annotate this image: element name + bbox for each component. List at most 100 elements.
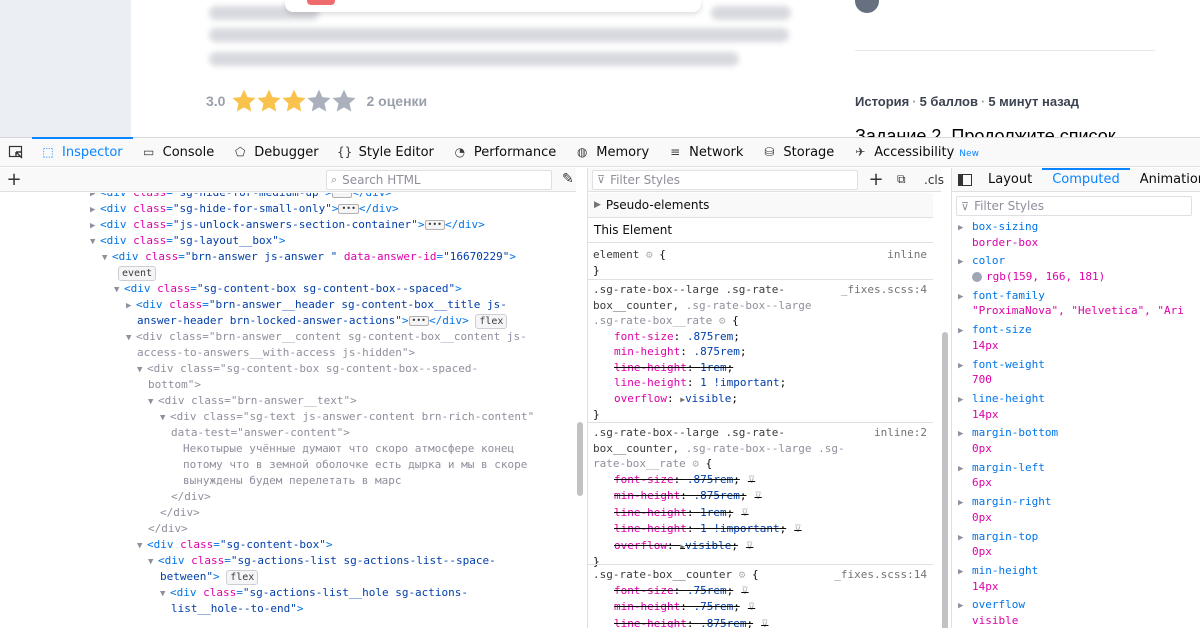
rules-scrollbar[interactable] — [942, 332, 948, 628]
text-node[interactable]: Некотырые учённые думают что скоро атмос… — [183, 441, 514, 457]
star-icon[interactable] — [231, 88, 257, 114]
tree-node-cont[interactable]: bottom"> — [148, 377, 201, 393]
eyedropper-icon[interactable]: ✎ — [562, 171, 574, 187]
star-icon[interactable] — [281, 88, 307, 114]
markup-tree[interactable]: ▶<div class="sg-hide-for-medium-up">•••<… — [0, 193, 576, 628]
tree-node-cont[interactable]: access-to-answers__with-access js-hidden… — [137, 345, 415, 361]
rule-source[interactable]: _fixes.scss:14 — [834, 567, 927, 583]
star-icon[interactable] — [331, 88, 357, 114]
pseudo-class-toggle-icon[interactable]: ⧉ — [897, 172, 906, 187]
tree-node-cont[interactable]: data-test="answer-content"> — [171, 425, 350, 441]
text-node[interactable]: потому что в земной оболочке есть дырка … — [183, 457, 527, 473]
tree-node-cont[interactable]: between"> flex — [160, 569, 259, 585]
tab-inspector[interactable]: ⬚ Inspector — [32, 137, 133, 166]
tree-node[interactable]: ▼ <div class="sg-actions-list sg-actions-… — [148, 553, 496, 570]
computed-property[interactable]: ▶ margin-top 0px — [958, 530, 1038, 560]
color-swatch-icon[interactable] — [972, 271, 982, 282]
notification-popup — [285, 0, 701, 12]
tab-layout[interactable]: Layout — [978, 168, 1042, 191]
tab-computed[interactable]: Computed — [1042, 168, 1130, 191]
search-html-input[interactable]: ⌕ Search HTML — [326, 169, 552, 190]
expand-arrow-icon[interactable]: ▶ — [958, 427, 972, 442]
computed-pane: Layout Computed Animations ⊽Filter Style… — [951, 168, 1200, 628]
css-rule[interactable]: .sg-rate-box__counter ⚙ {_fixes.scss:14 … — [588, 567, 933, 628]
closing-tag[interactable]: </div> — [148, 521, 188, 537]
expand-arrow-icon[interactable]: ▶ — [958, 462, 972, 477]
tab-console[interactable]: ▭ Console — [133, 138, 225, 166]
expand-arrow-icon[interactable]: ▶ — [958, 290, 972, 305]
computed-property[interactable]: ▶ margin-bottom 0px — [958, 426, 1058, 456]
text-node[interactable]: вынуждены будем перелетать в марс — [183, 473, 402, 489]
closing-tag[interactable]: </div> — [171, 489, 211, 505]
tree-node[interactable]: ▼ <div class="sg-layout__box"> — [90, 233, 285, 250]
computed-property[interactable]: ▶ margin-left 6px — [958, 461, 1045, 491]
pseudo-elements-toggle[interactable]: ▶ Pseudo-elements — [588, 193, 933, 218]
computed-property[interactable]: ▶ font-weight 700 — [958, 358, 1045, 388]
expand-arrow-icon[interactable]: ▶ — [958, 565, 972, 580]
add-rule-button[interactable]: + — [862, 169, 890, 191]
computed-property[interactable]: ▶ font-size 14px — [958, 323, 1032, 353]
blurred-text — [209, 28, 789, 42]
css-rule[interactable]: .sg-rate-box--large .sg-rate-inline:2 bo… — [588, 425, 933, 570]
computed-property[interactable]: ▶ overflow visible — [958, 598, 1025, 628]
computed-property[interactable]: ▶ font-family "ProximaNova", "Helvetica", … — [958, 289, 1184, 319]
tree-node[interactable]: ▼ <div class="brn-answer__text"> — [148, 393, 357, 410]
tree-node[interactable]: ▶ <div class="sg-hide-for-small-only"> •••… — [90, 201, 399, 218]
expand-arrow-icon[interactable]: ▶ — [958, 496, 972, 511]
tab-animations[interactable]: Animations — [1130, 168, 1200, 191]
expand-arrow-icon[interactable]: ▶ — [958, 393, 972, 408]
expand-arrow-icon[interactable]: ▶ — [958, 324, 972, 339]
element-picker-button[interactable] — [0, 138, 32, 166]
rule-source[interactable]: inline — [887, 247, 927, 263]
computed-property[interactable]: ▶ min-height 14px — [958, 564, 1038, 594]
devtools-toolbar: ⬚ Inspector ▭ Console ⬠ Debugger {} Style Edito… — [0, 137, 1200, 167]
star-icon[interactable] — [256, 88, 282, 114]
filter-styles-input[interactable]: ⊽ Filter Styles — [592, 169, 858, 190]
computed-filter-input[interactable]: ⊽ Filter Styles — [956, 196, 1192, 216]
expand-arrow-icon[interactable]: ▶ — [958, 531, 972, 546]
add-node-button[interactable]: + — [0, 169, 28, 191]
tree-node[interactable]: ▼ <div class="sg-actions-list__hole sg-ac… — [160, 585, 468, 602]
tab-debugger[interactable]: ⬠ Debugger — [224, 138, 328, 166]
tab-accessibility[interactable]: ✈ Accessibility New — [844, 138, 989, 166]
expand-arrow-icon[interactable]: ▶ — [958, 255, 972, 270]
tree-node-cont[interactable]: answer-header brn-locked-answer-actions"… — [137, 313, 508, 329]
event-badge[interactable]: event — [118, 265, 157, 281]
computed-property[interactable]: ▶ color rgb(159, 166, 181) — [958, 254, 1105, 284]
tree-node[interactable]: ▶ <div class="brn-answer__header sg-conte… — [126, 297, 507, 314]
tree-node[interactable]: ▼ <div class="brn-answer js-answer " data… — [102, 249, 516, 266]
expand-arrow-icon[interactable]: ▶ — [958, 221, 972, 236]
tab-memory[interactable]: ◍ Memory — [566, 138, 659, 166]
closing-tag[interactable]: </div> — [160, 505, 200, 521]
expand-arrow-icon[interactable]: ▶ — [958, 599, 972, 614]
tab-network[interactable]: ≡ Network — [659, 138, 753, 166]
property-name: font-family — [972, 288, 1045, 302]
tree-node-cont[interactable]: list__hole--to-end"> — [171, 601, 303, 617]
star-icon[interactable] — [306, 88, 332, 114]
element-rule[interactable]: element ⚙ {inline } — [588, 247, 933, 278]
tree-node[interactable]: ▼ <div class="sg-content-box sg-content-b… — [114, 281, 462, 298]
toggle-sidebar-button[interactable] — [952, 168, 978, 191]
tree-node[interactable]: ▼ <div class="sg-content-box"> — [137, 537, 332, 554]
tree-node[interactable]: ▶ <div class="js-unlock-answers-section-c… — [90, 217, 485, 234]
rating-count[interactable]: 2 оценки — [366, 93, 427, 109]
computed-property[interactable]: ▶ line-height 14px — [958, 392, 1045, 422]
rule-source[interactable]: _fixes.scss:4 — [841, 282, 927, 298]
tab-performance[interactable]: ◔ Performance — [444, 138, 566, 166]
tab-storage[interactable]: ⛁ Storage — [753, 138, 844, 166]
css-rule[interactable]: .sg-rate-box--large .sg-rate- _fixes.scss… — [588, 282, 933, 423]
tree-node[interactable]: ▼ <div class="sg-content-box sg-content-b… — [137, 361, 478, 378]
tree-node[interactable]: ▼ <div class="brn-answer__content sg-cont… — [126, 329, 527, 346]
property-value-text: 0px — [972, 545, 992, 559]
computed-property[interactable]: ▶ box-sizing border-box — [958, 220, 1038, 250]
cls-button[interactable]: .cls — [924, 173, 944, 187]
rating-stars[interactable] — [231, 88, 357, 114]
markup-scrollbar[interactable] — [577, 422, 583, 496]
rule-source[interactable]: inline:2 — [874, 425, 927, 441]
expand-arrow-icon[interactable]: ▶ — [958, 359, 972, 374]
computed-property[interactable]: ▶ margin-right 0px — [958, 495, 1051, 525]
tab-style-editor[interactable]: {} Style Editor — [329, 138, 444, 166]
tree-node[interactable]: ▼ <div class="sg-text js-answer-content b… — [160, 409, 534, 426]
divider — [855, 50, 1155, 51]
history-label[interactable]: История — [855, 94, 909, 109]
